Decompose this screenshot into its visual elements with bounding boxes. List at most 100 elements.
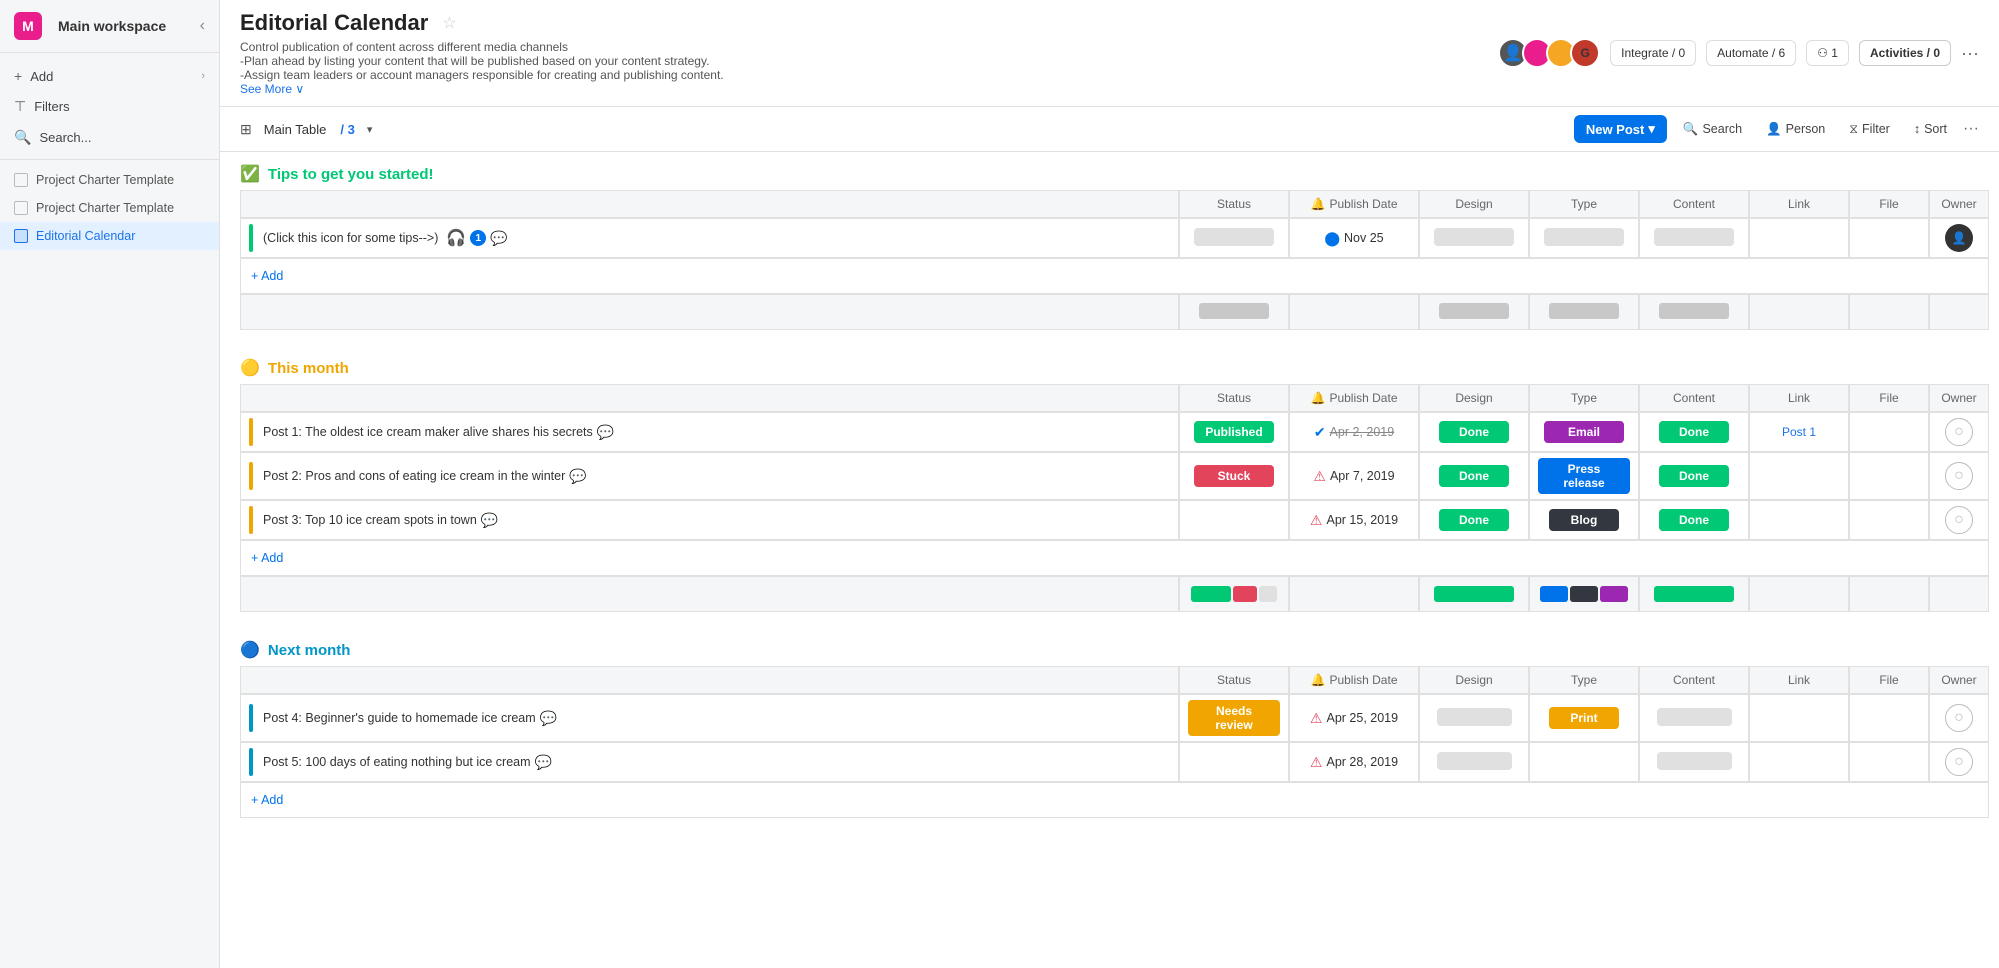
- owner-avatar: 👤: [1945, 224, 1973, 252]
- owner-outline-5: ○: [1945, 748, 1973, 776]
- design-cell-1: Done: [1419, 412, 1529, 452]
- bar-red: [1233, 586, 1257, 602]
- filter-tool-icon: ⧖: [1849, 122, 1858, 137]
- search-icon: 🔍: [14, 129, 31, 146]
- sidebar-project-2[interactable]: Project Charter Template: [0, 194, 219, 222]
- summary-bar-status: [1188, 586, 1280, 602]
- chat-icon-1[interactable]: 💬: [597, 424, 614, 441]
- main-content: Editorial Calendar ☆ Control publication…: [220, 0, 1999, 968]
- chat-icon[interactable]: 💬: [490, 230, 507, 247]
- chat-icon-2[interactable]: 💬: [569, 468, 586, 485]
- group-tips-header[interactable]: ✅ Tips to get you started!: [220, 152, 1999, 190]
- summary-file-month: [1849, 576, 1929, 612]
- design-cell-2: Done: [1419, 452, 1529, 500]
- col-header-name-tips: [240, 190, 1179, 218]
- add-arrow-icon: ›: [201, 70, 205, 82]
- activities-button[interactable]: Activities / 0: [1859, 40, 1951, 66]
- design-done-1: Done: [1439, 421, 1509, 443]
- row-name: (Click this icon for some tips-->): [263, 231, 438, 245]
- col-header-type-next: Type: [1529, 666, 1639, 694]
- new-post-button[interactable]: New Post ▾: [1574, 115, 1667, 143]
- col-header-name-next: [240, 666, 1179, 694]
- add-row-tips[interactable]: + Add: [240, 258, 1989, 294]
- new-post-label: New Post: [1586, 122, 1645, 137]
- bar-content-green: [1654, 586, 1734, 602]
- sidebar-item-filters[interactable]: ⊤ Filters: [0, 91, 219, 122]
- add-row-button-month[interactable]: + Add: [241, 545, 1988, 571]
- next-month-table-wrap: Status 🔔Publish Date Design Type Content…: [220, 666, 1999, 818]
- summary-status-month: [1179, 576, 1289, 612]
- sidebar-project-1[interactable]: Project Charter Template: [0, 166, 219, 194]
- row-name-1: Post 1: The oldest ice cream maker alive…: [263, 425, 593, 439]
- content-cell-1: Done: [1639, 412, 1749, 452]
- owner-cell-2: ○: [1929, 452, 1989, 500]
- filter-tool-label: Filter: [1862, 122, 1890, 136]
- row-name-cell-4: Post 4: Beginner's guide to homemade ice…: [240, 694, 1179, 742]
- summary-file-tips: [1849, 294, 1929, 330]
- sidebar-filters-label: Filters: [34, 99, 69, 114]
- pubdate-cell-tips: ⬤ Nov 25: [1289, 218, 1419, 258]
- add-row-this-month[interactable]: + Add: [240, 540, 1989, 576]
- pub-date-5: Apr 28, 2019: [1326, 755, 1398, 769]
- bell-icon-next: 🔔: [1311, 673, 1326, 687]
- row-name-3: Post 3: Top 10 ice cream spots in town: [263, 513, 477, 527]
- sidebar-collapse-button[interactable]: ‹: [200, 17, 205, 35]
- status-badge-2: Stuck: [1194, 465, 1274, 487]
- content-area: ✅ Tips to get you started! Status 🔔Publi…: [220, 152, 1999, 968]
- design-done-2: Done: [1439, 465, 1509, 487]
- integrate-button[interactable]: Integrate / 0: [1610, 40, 1696, 66]
- content-cell-4: [1639, 694, 1749, 742]
- group-this-month-header[interactable]: 🟡 This month: [220, 346, 1999, 384]
- col-header-name-month: [240, 384, 1179, 412]
- group-this-month: 🟡 This month Status 🔔Publish Date Design…: [220, 346, 1999, 612]
- person-label: Person: [1786, 122, 1826, 136]
- sort-button[interactable]: ↕ Sort: [1906, 118, 1955, 140]
- date-icon-2: ⚠: [1313, 468, 1326, 485]
- type-cell-1: Email: [1529, 412, 1639, 452]
- row-name-cell: (Click this icon for some tips-->) 🎧 1 💬: [240, 218, 1179, 258]
- members-button[interactable]: ⚇ 1: [1806, 40, 1849, 66]
- bar-type-blue: [1540, 586, 1568, 602]
- toolbar-more-icon[interactable]: ···: [1963, 120, 1979, 138]
- sidebar-nav: + Add › ⊤ Filters 🔍 Search... Project Ch…: [0, 53, 219, 258]
- summary-design-month: [1419, 576, 1529, 612]
- col-header-owner-tips: Owner: [1929, 190, 1989, 218]
- link-cell-1[interactable]: Post 1: [1749, 412, 1849, 452]
- sidebar-item-add[interactable]: + Add ›: [0, 61, 219, 91]
- row-name-4: Post 4: Beginner's guide to homemade ice…: [263, 711, 536, 725]
- add-row-button-next-month[interactable]: + Add: [241, 787, 1988, 813]
- status-cell-4: Needs review: [1179, 694, 1289, 742]
- table-row: Post 1: The oldest ice cream maker alive…: [240, 412, 1989, 452]
- add-row-button-tips[interactable]: + Add: [241, 263, 1988, 289]
- chat-icon-4[interactable]: 💬: [540, 710, 557, 727]
- col-header-design-tips: Design: [1419, 190, 1529, 218]
- see-more-link[interactable]: See More ∨: [240, 82, 304, 96]
- chat-icon-5[interactable]: 💬: [535, 754, 552, 771]
- summary-bar-design: [1428, 586, 1520, 602]
- owner-cell-1: ○: [1929, 412, 1989, 452]
- file-cell-tips: [1849, 218, 1929, 258]
- sidebar-item-search[interactable]: 🔍 Search...: [0, 122, 219, 153]
- status-cell-5: [1179, 742, 1289, 782]
- filter-button[interactable]: ⧖ Filter: [1841, 118, 1898, 141]
- link-value-1[interactable]: Post 1: [1782, 425, 1816, 439]
- add-row-next-month[interactable]: + Add: [240, 782, 1989, 818]
- header-more-options-icon[interactable]: ···: [1961, 43, 1979, 64]
- search-button[interactable]: 🔍 Search: [1675, 118, 1750, 141]
- file-cell-5: [1849, 742, 1929, 782]
- group-next-month-header[interactable]: 🔵 Next month: [220, 628, 1999, 666]
- design-done-3: Done: [1439, 509, 1509, 531]
- sidebar-item-editorial-calendar[interactable]: Editorial Calendar: [0, 222, 219, 250]
- owner-outline-4: ○: [1945, 704, 1973, 732]
- favorite-star-icon[interactable]: ☆: [442, 13, 456, 33]
- automate-button[interactable]: Automate / 6: [1706, 40, 1796, 66]
- row-indicator-3: [249, 506, 253, 534]
- project-icon-3: [14, 229, 28, 243]
- link-cell-4: [1749, 694, 1849, 742]
- chat-icon-3[interactable]: 💬: [481, 512, 498, 529]
- col-header-pubdate-tips: 🔔Publish Date: [1289, 190, 1419, 218]
- table-chevron-icon[interactable]: ▾: [367, 123, 373, 136]
- person-button[interactable]: 👤 Person: [1758, 118, 1833, 141]
- link-cell-5: [1749, 742, 1849, 782]
- date-icon-5: ⚠: [1310, 754, 1323, 771]
